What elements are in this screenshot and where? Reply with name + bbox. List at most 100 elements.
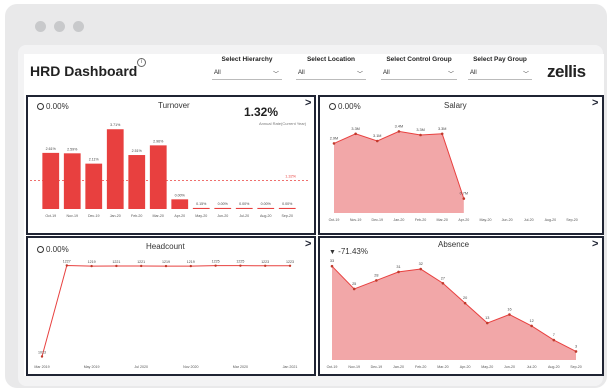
bar	[171, 199, 189, 209]
data-point	[65, 264, 68, 267]
bar	[149, 145, 167, 209]
data-point	[462, 197, 466, 200]
data-label: 1223	[261, 260, 269, 264]
data-label: 1013	[38, 350, 46, 354]
tick-label: Jul 2020	[134, 365, 148, 369]
data-point	[419, 267, 423, 271]
data-label: 3.1M	[373, 134, 381, 138]
tick-label: Sep-20	[566, 218, 578, 222]
data-label: 2.61%	[46, 147, 57, 151]
data-point	[375, 139, 379, 143]
tick-label: Oct-19	[45, 214, 56, 218]
tick-label: May-20	[479, 218, 491, 222]
salary-panel: 0.00% Salary > 2.9M 3.3M 3.1M 3.4M 3.3M 3.3M 0…	[318, 95, 604, 235]
data-label: 0.00%	[218, 202, 229, 206]
data-label: 3.3M	[438, 127, 446, 131]
data-label: 2.9M	[330, 136, 338, 140]
data-label: 3.71%	[110, 123, 121, 127]
tick-label: Jun-20	[217, 214, 228, 218]
tick-label: Oct-19	[327, 365, 338, 369]
tick-label: Aug-20	[260, 214, 272, 218]
data-point	[485, 321, 489, 325]
tick-label: Jul-20	[239, 214, 249, 218]
data-label: 16	[507, 308, 511, 312]
data-label: 33	[330, 259, 334, 263]
tick-label: Feb-20	[415, 218, 426, 222]
tick-label: Jul-20	[527, 365, 537, 369]
salary-chart: 2.9M 3.3M 3.1M 3.4M 3.3M 3.3M 0.7M Oct-19 Nov-19…	[329, 124, 578, 222]
filter-location[interactable]: Select Location All ﹀	[296, 56, 366, 80]
data-label: 32	[419, 262, 423, 266]
data-point	[140, 264, 143, 268]
data-label: 2.51%	[132, 149, 143, 153]
data-point	[440, 132, 444, 136]
headcount-chart: 1013 1227 1219 1221 1221 1219 1219 1225 1225 1223…	[34, 260, 297, 369]
data-point	[164, 264, 168, 268]
data-label: 1221	[112, 260, 120, 264]
tick-label: Jun-20	[504, 365, 515, 369]
filter-pay-group[interactable]: Select Pay Group All ﹀	[468, 56, 532, 80]
absence-panel: ▼ -71.43% Absence > 33 25 28 31 32 27 20 13 16 12…	[318, 236, 604, 376]
tick-label: Sep-20	[570, 365, 582, 369]
filter-label: Select Control Group	[386, 56, 452, 63]
bar	[63, 153, 81, 209]
page-title: HRD Dashboard	[30, 63, 138, 79]
tick-label: Aug-20	[545, 218, 557, 222]
tick-label: Feb-20	[415, 365, 426, 369]
data-point	[441, 281, 445, 285]
tick-label: Nov-19	[348, 365, 360, 369]
tick-label: Mar 2020	[233, 365, 248, 369]
data-label: 27	[441, 276, 445, 280]
info-icon[interactable]: i	[137, 58, 146, 67]
data-point	[397, 270, 400, 274]
data-point	[530, 324, 533, 328]
data-point	[419, 133, 422, 137]
tick-label: Sep-20	[281, 214, 293, 218]
filter-select[interactable]: All ﹀	[468, 70, 532, 80]
data-point	[288, 264, 292, 268]
filter-control-group[interactable]: Select Control Group All ﹀	[381, 56, 457, 80]
filter-select[interactable]: All ﹀	[381, 70, 457, 80]
maximize-dot-icon[interactable]	[73, 21, 84, 32]
data-point	[239, 264, 242, 267]
data-point	[463, 301, 467, 305]
bar	[214, 207, 232, 209]
bar	[192, 207, 210, 209]
data-point	[189, 264, 192, 268]
data-point	[40, 355, 44, 358]
tick-label: Dec-19	[371, 365, 383, 369]
filter-select[interactable]: All ﹀	[212, 70, 282, 80]
tick-label: May-20	[195, 214, 207, 218]
window-controls	[35, 21, 84, 32]
data-point	[375, 279, 378, 282]
tick-label: Dec-19	[371, 218, 383, 222]
data-label: 1225	[236, 260, 244, 264]
tick-label: May 2019	[84, 365, 100, 369]
data-label: 2.59%	[67, 147, 78, 151]
tick-label: Mar 2019	[34, 365, 49, 369]
reference-label: 1.32%	[285, 175, 296, 179]
data-label: 0.00%	[282, 202, 293, 206]
close-dot-icon[interactable]	[35, 21, 46, 32]
tick-label: Mar-20	[437, 365, 448, 369]
data-point	[574, 350, 578, 353]
bar	[85, 163, 103, 209]
minimize-dot-icon[interactable]	[54, 21, 65, 32]
data-label: 2.96%	[153, 139, 164, 143]
chevron-down-icon: ﹀	[447, 72, 454, 78]
data-label: 0.00%	[175, 193, 186, 197]
turnover-chart: 2.61% Oct-19 2.59% Nov-19 2.11% Dec-19 3.71% Ja…	[30, 123, 308, 218]
filter-hierarchy[interactable]: Select Hierarchy All ﹀	[212, 56, 282, 80]
series-line	[41, 264, 290, 357]
data-point	[397, 130, 401, 133]
bar	[257, 207, 275, 209]
data-label: 1223	[286, 260, 294, 264]
data-label: 3.3M	[351, 127, 359, 131]
filter-select[interactable]: All ﹀	[296, 70, 366, 80]
tick-label: Aug-20	[548, 365, 560, 369]
chevron-down-icon: ﹀	[356, 72, 363, 78]
tick-label: May-20	[481, 365, 493, 369]
tick-label: Jan-20	[393, 365, 404, 369]
data-point	[354, 132, 357, 136]
data-label: 1227	[63, 260, 71, 264]
